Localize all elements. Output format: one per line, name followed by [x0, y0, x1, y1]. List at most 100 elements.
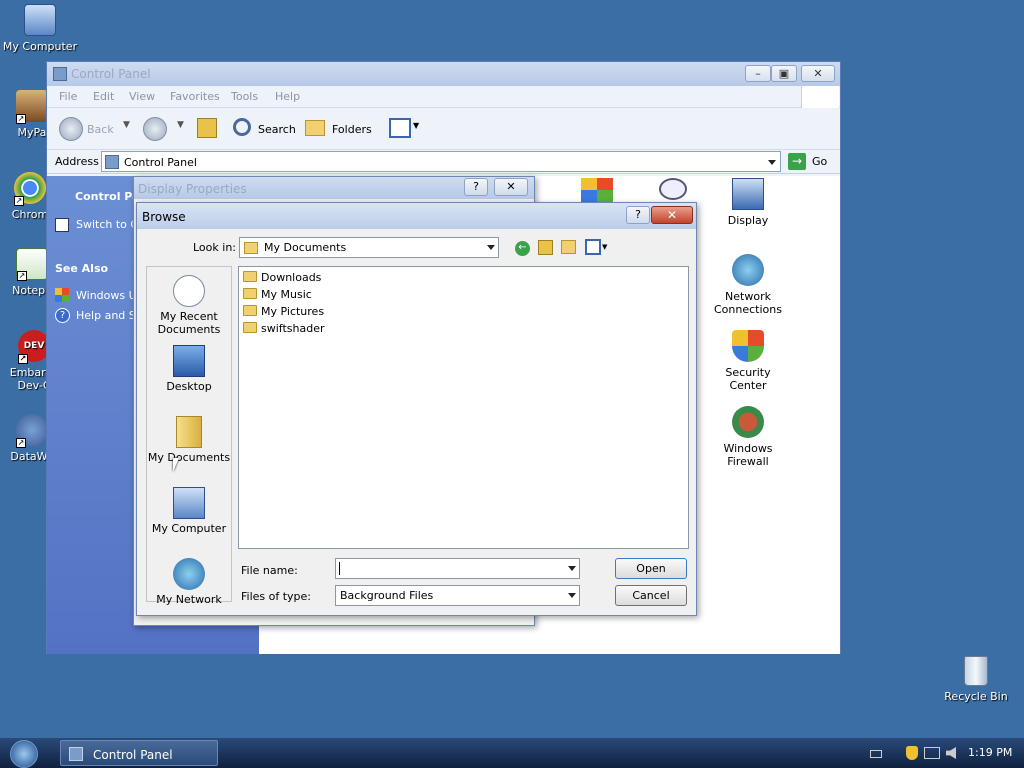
desktop-icon-my-computer[interactable]: My Computer	[0, 4, 80, 53]
close-button[interactable]: ✕	[801, 65, 835, 82]
windows-logo-icon	[801, 86, 839, 108]
switch-classic-view-link[interactable]: Switch to C	[76, 218, 138, 231]
back-arrow-icon[interactable]: ←	[515, 241, 530, 256]
control-panel-icon	[69, 747, 83, 761]
shortcut-arrow-icon: ↗	[16, 438, 26, 448]
look-in-select[interactable]: My Documents	[239, 237, 499, 258]
menubar: File Edit View Favorites Tools Help	[47, 86, 840, 108]
cp-icon-display[interactable]: Display	[708, 178, 788, 227]
address-input[interactable]: Control Panel	[101, 151, 781, 172]
shortcut-arrow-icon: ↗	[14, 196, 24, 206]
help-icon: ?	[55, 308, 70, 323]
new-folder-icon[interactable]	[561, 240, 576, 254]
people-icon: ↗	[16, 90, 48, 124]
views-icon[interactable]	[389, 118, 411, 138]
search-icon[interactable]	[233, 118, 251, 136]
clock-icon[interactable]	[659, 178, 687, 200]
folder-icon	[243, 271, 257, 282]
file-list[interactable]: Downloads My Music My Pictures swiftshad…	[238, 266, 689, 549]
file-type-select[interactable]: Background Files	[335, 585, 580, 606]
open-button[interactable]: Open	[615, 558, 687, 579]
place-label: My Documents	[147, 451, 231, 464]
display-properties-titlebar[interactable]: Display Properties ? ✕	[134, 177, 534, 199]
address-value: Control Panel	[124, 156, 197, 169]
shortcut-arrow-icon: ↗	[18, 354, 28, 364]
cancel-button[interactable]: Cancel	[615, 585, 687, 606]
menu-tools[interactable]: Tools	[231, 90, 258, 103]
up-folder-icon[interactable]	[197, 118, 217, 138]
cp-icon-label: Security Center	[725, 366, 771, 392]
help-button[interactable]: ?	[464, 178, 488, 196]
network-globe-icon	[732, 254, 764, 286]
forward-arrow-icon[interactable]	[143, 117, 167, 141]
back-dropdown-icon[interactable]: ▼	[123, 120, 130, 130]
network-icon[interactable]	[924, 747, 940, 759]
address-dropdown-icon[interactable]	[768, 160, 776, 165]
dialog-title: Display Properties	[138, 182, 247, 196]
taskbar-button-control-panel[interactable]: Control Panel	[60, 740, 218, 766]
folders-icon[interactable]	[305, 120, 325, 136]
window-title: Control Panel	[71, 67, 151, 81]
place-my-network[interactable]: My Network	[147, 558, 231, 606]
look-in-label: Look in:	[193, 241, 236, 254]
task-pane-header: Control Pa	[75, 190, 140, 203]
file-name: My Pictures	[261, 305, 325, 318]
place-desktop[interactable]: Desktop	[147, 345, 231, 393]
chrome-icon: ↗	[14, 172, 46, 206]
security-shield-icon[interactable]	[906, 746, 918, 760]
menu-help[interactable]: Help	[275, 90, 300, 103]
search-button-label[interactable]: Search	[258, 123, 296, 136]
views-dropdown-icon[interactable]: ▼	[413, 121, 419, 130]
cp-icon-security-center[interactable]: Security Center	[708, 330, 788, 392]
go-arrow-icon[interactable]: →	[788, 153, 806, 170]
menu-view[interactable]: View	[129, 90, 155, 103]
go-button[interactable]: Go	[812, 155, 827, 168]
shortcut-arrow-icon: ↗	[17, 271, 27, 281]
file-type-value: Background Files	[340, 589, 434, 602]
place-my-documents[interactable]: My Documents	[147, 416, 231, 464]
desktop-icon-recycle-bin[interactable]: Recycle Bin	[936, 656, 1016, 703]
switch-view-icon	[55, 218, 69, 232]
keyboard-icon[interactable]	[870, 750, 882, 758]
place-my-computer[interactable]: My Computer	[147, 487, 231, 535]
close-button[interactable]: ✕	[494, 178, 528, 196]
place-label: Desktop	[166, 380, 212, 393]
menu-file[interactable]: File	[59, 90, 77, 103]
view-menu-icon[interactable]	[585, 239, 601, 255]
taskbar: Control Panel 1:19 PM	[0, 738, 1024, 768]
computer-icon	[173, 487, 205, 519]
windows-flag-icon[interactable]	[581, 178, 613, 202]
up-folder-icon[interactable]	[538, 240, 553, 255]
cp-icon-label: Network Connections	[714, 290, 782, 316]
help-button[interactable]: ?	[626, 206, 650, 224]
close-button[interactable]: ✕	[651, 206, 693, 224]
control-panel-titlebar[interactable]: Control Panel – ▣ ✕	[47, 62, 840, 86]
maximize-button[interactable]: ▣	[771, 65, 797, 82]
browse-titlebar[interactable]: Browse ? ✕	[137, 203, 696, 229]
start-orb-icon[interactable]	[10, 740, 38, 768]
see-also-header: See Also	[55, 262, 109, 275]
file-name-label: File name:	[241, 564, 298, 577]
folders-button-label[interactable]: Folders	[332, 123, 372, 136]
menu-favorites[interactable]: Favorites	[170, 90, 220, 103]
recycle-bin-icon	[964, 656, 988, 686]
place-recent-documents[interactable]: My Recent Documents	[147, 275, 231, 336]
file-name-input[interactable]	[335, 558, 580, 579]
dialog-title: Browse	[142, 210, 186, 224]
speaker-icon[interactable]	[946, 747, 956, 759]
help-support-link[interactable]: Help and S	[76, 309, 136, 322]
cp-icon-network[interactable]: Network Connections	[708, 254, 788, 316]
view-dropdown-icon[interactable]: ▼	[602, 243, 607, 251]
computer-icon	[24, 4, 56, 36]
forward-dropdown-icon[interactable]: ▼	[177, 120, 184, 130]
cp-icon-label: Display	[727, 214, 769, 227]
back-button-label[interactable]: Back	[87, 123, 114, 136]
chevron-down-icon[interactable]	[568, 566, 576, 571]
minimize-button[interactable]: –	[745, 65, 771, 82]
menu-edit[interactable]: Edit	[93, 90, 114, 103]
shield-icon	[732, 330, 764, 362]
clock[interactable]: 1:19 PM	[968, 746, 1012, 759]
windows-update-link[interactable]: Windows U	[76, 289, 137, 302]
cp-icon-firewall[interactable]: Windows Firewall	[708, 406, 788, 468]
back-arrow-icon[interactable]	[59, 117, 83, 141]
